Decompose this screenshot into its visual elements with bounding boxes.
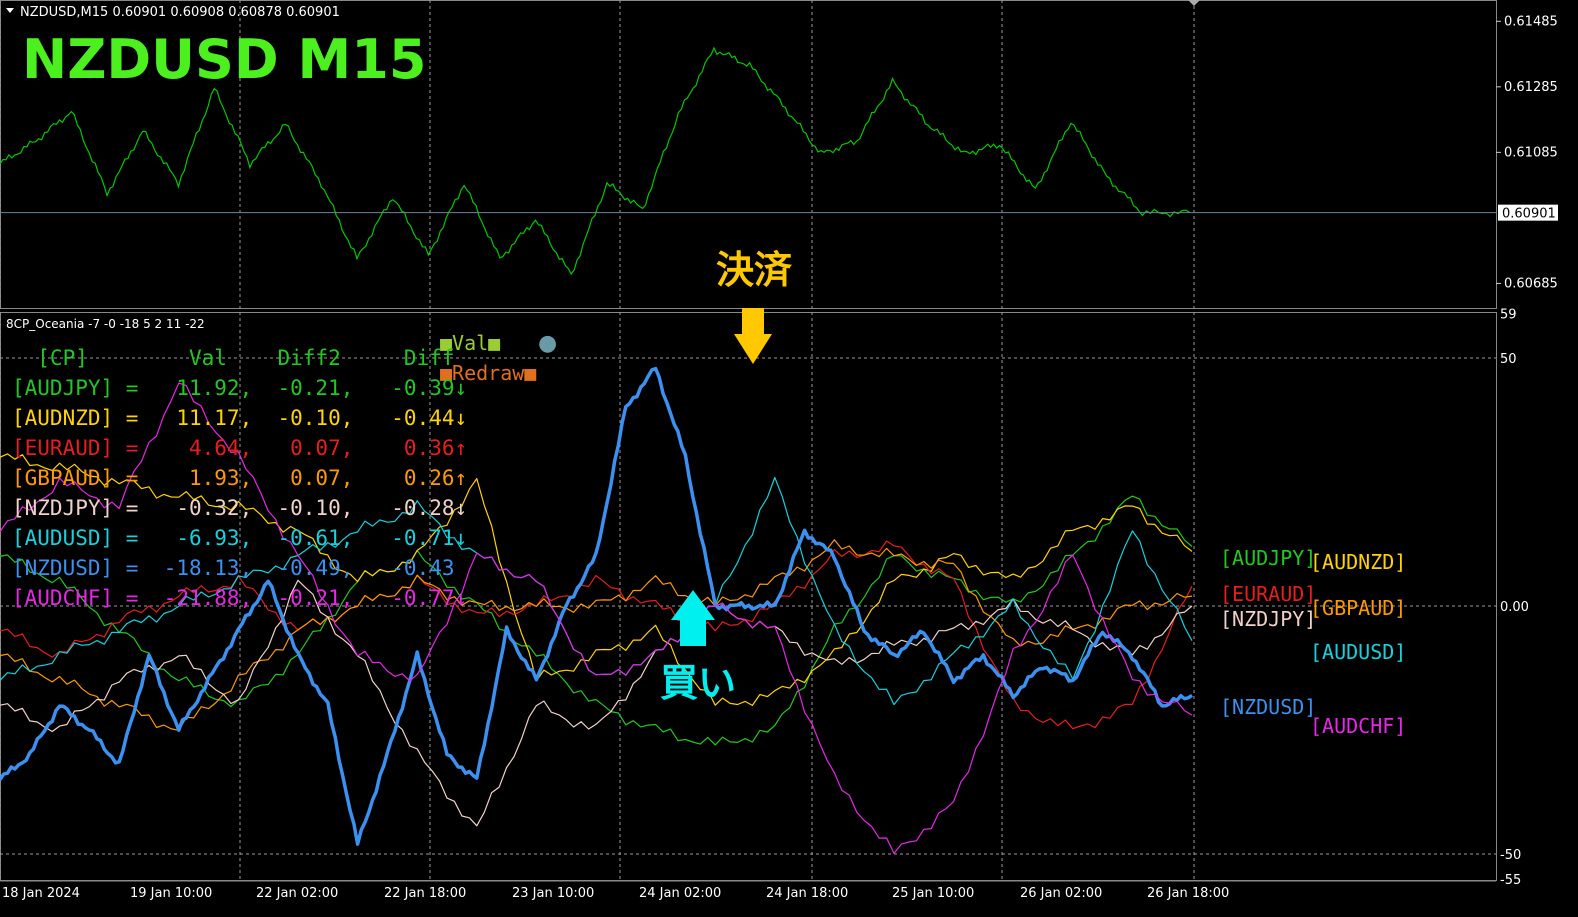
chart-header: NZDUSD,M15 0.60901 0.60908 0.60878 0.609… xyxy=(20,5,340,20)
time-label: 24 Jan 18:00 xyxy=(766,886,848,901)
pair-label-audusd: [AUDUSD] xyxy=(1310,640,1407,664)
indicator-tick-label: 59 xyxy=(1500,307,1517,322)
table-row: [AUDNZD] = 11.17, -0.10, -0.44↓ xyxy=(12,406,468,430)
marker-diamond-icon xyxy=(1188,0,1200,6)
pair-label-gbpaud: [GBPAUD] xyxy=(1310,596,1407,620)
indicator-tick-label: -50 xyxy=(1500,848,1521,863)
time-label: 26 Jan 02:00 xyxy=(1020,886,1102,901)
table-row: [AUDCHF] = -21.88, -0.21, -0.77↓ xyxy=(12,586,468,610)
down-arrow-icon xyxy=(734,308,772,364)
settle-label: 決済 xyxy=(716,248,793,292)
buy-label: 買い xyxy=(660,661,736,705)
pair-label-euraud: [EURAUD] xyxy=(1220,582,1317,606)
dropdown-triangle-icon[interactable] xyxy=(6,8,14,13)
pair-label-audjpy: [AUDJPY] xyxy=(1220,546,1317,570)
price-tick-label: 0.61285 xyxy=(1504,80,1558,95)
price-tick-label: 0.60685 xyxy=(1504,276,1558,291)
time-label: 25 Jan 10:00 xyxy=(892,886,974,901)
table-row: [AUDJPY] = 11.92, -0.21, -0.39↓ xyxy=(12,376,468,400)
time-label: 24 Jan 02:00 xyxy=(639,886,721,901)
time-label: 22 Jan 02:00 xyxy=(256,886,338,901)
table-row: [NZDJPY] = -0.32, -0.10, -0.28↓ xyxy=(12,496,468,520)
time-label: 19 Jan 10:00 xyxy=(130,886,212,901)
indicator-tick-label: 0.00 xyxy=(1500,600,1529,615)
cp-table: [CP] Val Diff2 Diff [AUDJPY] = 11.92, -0.… xyxy=(12,343,467,613)
pair-label-audnzd: [AUDNZD] xyxy=(1310,550,1407,574)
series-nzdjpy xyxy=(0,579,1193,827)
pair-label-nzdjpy: [NZDJPY] xyxy=(1220,607,1317,631)
indicator-tick-label: 50 xyxy=(1500,352,1517,367)
current-price-label: 0.60901 xyxy=(1502,207,1556,222)
table-header: [CP] Val Diff2 Diff xyxy=(12,346,455,370)
indicator-header: 8CP_Oceania -7 -0 -18 5 2 11 -22 xyxy=(6,317,205,331)
table-row: [GBPAUD] = 1.93, 0.07, 0.26↑ xyxy=(12,466,468,490)
time-label: 23 Jan 10:00 xyxy=(512,886,594,901)
time-label: 18 Jan 2024 xyxy=(2,886,80,901)
price-tick-label: 0.61485 xyxy=(1504,14,1558,29)
table-row: [EURAUD] = 4.64, 0.07, 0.36↑ xyxy=(12,436,468,460)
table-row: [NZDUSD] = -18.13, -0.49, -0.43 xyxy=(12,556,455,580)
indicator-tick-label: -55 xyxy=(1500,873,1521,888)
pair-label-nzdusd: [NZDUSD] xyxy=(1220,695,1317,719)
time-label: 22 Jan 18:00 xyxy=(384,886,466,901)
big-title: NZDUSD M15 xyxy=(22,28,426,91)
legend-dot-icon: ● xyxy=(538,331,557,356)
time-label: 26 Jan 18:00 xyxy=(1147,886,1229,901)
pair-label-audchf: [AUDCHF] xyxy=(1310,714,1407,738)
table-row: [AUDUSD] = -6.93, -0.61, -0.71↓ xyxy=(12,526,468,550)
price-tick-label: 0.61085 xyxy=(1504,145,1558,160)
